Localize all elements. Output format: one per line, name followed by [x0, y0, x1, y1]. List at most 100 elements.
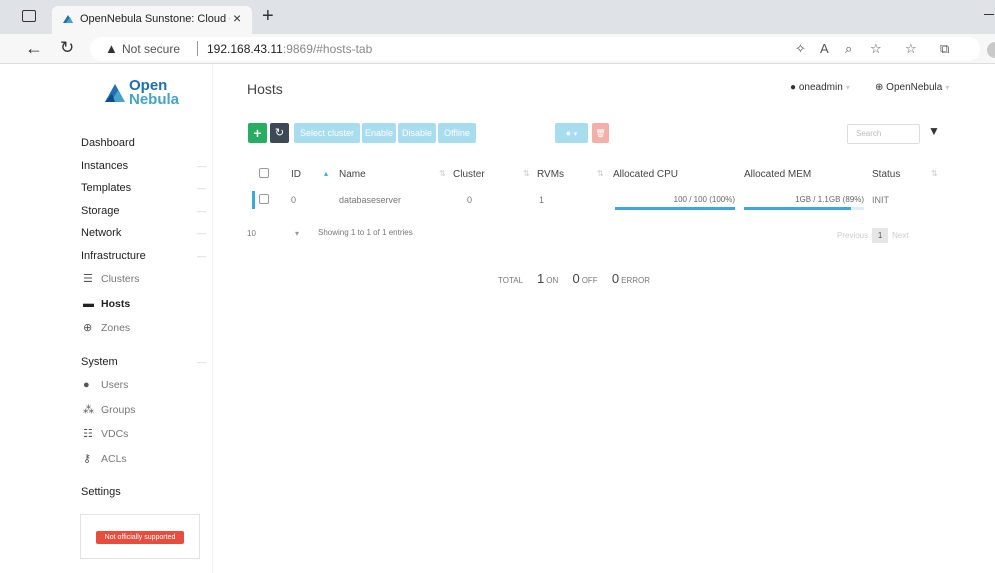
on-label: ON — [546, 276, 559, 285]
row-selection-marker — [252, 191, 255, 209]
sidebar-item-templates[interactable]: Templates — — [81, 177, 206, 200]
cell-allocated-mem[interactable]: 1GB / 1.1GB (89%) — [744, 195, 864, 204]
cell-status[interactable]: INIT — [872, 195, 889, 205]
cell-id[interactable]: 0 — [291, 195, 296, 205]
url-path: :9869/#hosts-tab — [282, 42, 373, 56]
sidebar-item-instances[interactable]: Instances — — [81, 155, 206, 178]
host-totals: TOTAL 1 ON 0 OFF 0 ERROR — [498, 271, 650, 286]
column-header-allocated-cpu[interactable]: Allocated CPU — [613, 169, 678, 180]
sidebar-item-label: Templates — [81, 182, 132, 194]
cell-cluster[interactable]: 0 — [467, 195, 472, 205]
sidebar-item-infrastructure[interactable]: Infrastructure — — [81, 245, 206, 268]
next-page-button[interactable]: Next — [892, 231, 908, 240]
chevron-down-icon: ▾ — [845, 83, 850, 92]
sidebar-item-network[interactable]: Network — — [81, 222, 206, 245]
read-aloud-icon[interactable]: A — [820, 41, 829, 56]
column-header-status[interactable]: Status — [872, 169, 900, 180]
zone-menu[interactable]: ⊕ OpenNebula ▾ — [875, 82, 949, 93]
sidebar-item-label: Dashboard — [81, 137, 135, 149]
create-host-button[interactable]: + — [248, 123, 267, 143]
sidebar-item-label: Hosts — [101, 297, 131, 310]
off-label: OFF — [581, 276, 598, 285]
select-cluster-button[interactable]: Select cluster — [294, 123, 360, 143]
sidebar-item-vdcs[interactable]: ☷ VDCs — [81, 422, 206, 447]
trash-icon: 🗑 — [595, 129, 606, 138]
sidebar-item-label: VDCs — [101, 428, 129, 440]
chevron-down-icon: ▾ — [945, 83, 950, 92]
warning-icon[interactable]: ▲ — [105, 41, 118, 56]
server-icon: ☰ — [83, 273, 93, 285]
sidebar-item-clusters[interactable]: ☰ Clusters — [81, 267, 206, 292]
sidebar-item-label: Settings — [81, 486, 121, 498]
favorite-add-icon[interactable]: ☆ — [870, 41, 882, 57]
previous-page-button[interactable]: Previous — [837, 231, 868, 240]
enable-button[interactable]: Enable — [362, 123, 396, 143]
sidebar-item-groups[interactable]: ⁂ Groups — [81, 398, 206, 423]
column-header-allocated-mem[interactable]: Allocated MEM — [744, 169, 811, 180]
sidebar-item-label: System — [81, 355, 118, 368]
sidebar-item-dashboard[interactable]: Dashboard — [81, 132, 206, 155]
disable-button[interactable]: Disable — [398, 123, 436, 143]
tab-close-icon[interactable]: × — [233, 10, 241, 26]
column-header-rvms[interactable]: RVMs — [537, 169, 564, 180]
chevron-icon: — — [197, 228, 206, 238]
cell-rvms[interactable]: 1 — [539, 195, 544, 205]
cpu-progress-fill — [615, 207, 735, 210]
th-list-icon: ☷ — [83, 428, 93, 440]
page-button[interactable]: 1 — [872, 228, 889, 243]
tab-actions-icon[interactable] — [22, 10, 36, 22]
chevron-icon: — — [197, 250, 206, 261]
address-bar[interactable]: ▲ Not secure 192.168.43.11:9869/#hosts-t… — [90, 37, 980, 61]
new-tab-button[interactable]: + — [262, 6, 274, 26]
chevron-icon: — — [197, 160, 206, 171]
offline-button[interactable]: Offline — [438, 123, 476, 143]
sidebar-item-system[interactable]: System — — [81, 351, 206, 374]
sidebar-item-acls[interactable]: ⚷ ACLs — [81, 447, 206, 472]
refresh-button[interactable]: ↻ — [270, 123, 289, 143]
support-box: Not officially supported — [80, 514, 200, 559]
total-label: TOTAL — [498, 276, 523, 285]
chevron-icon: — — [197, 205, 206, 216]
reload-icon[interactable]: ↻ — [60, 38, 74, 58]
user-menu[interactable]: ● oneadmin ▾ — [790, 82, 850, 93]
sidebar-item-label: Storage — [81, 204, 120, 217]
delete-button[interactable]: 🗑 — [592, 123, 609, 143]
sparkle-icon[interactable]: ✧ — [795, 41, 806, 57]
logo-line-2: Nebula — [129, 91, 180, 108]
row-checkbox[interactable] — [259, 194, 269, 204]
column-header-name[interactable]: Name — [339, 169, 366, 180]
browser-toolbar: ← ↻ ▲ Not secure 192.168.43.11:9869/#hos… — [0, 34, 995, 64]
search-input[interactable]: Search — [847, 124, 920, 144]
user-name: oneadmin — [798, 82, 843, 93]
sidebar-item-users[interactable]: ● Users — [81, 373, 206, 398]
cell-allocated-cpu[interactable]: 100 / 100 (100%) — [615, 195, 735, 204]
zoom-icon[interactable]: ⌕ — [845, 41, 852, 57]
sidebar-item-zones[interactable]: ⊕ Zones — [81, 316, 206, 341]
sidebar-item-label: Groups — [101, 403, 136, 416]
minimize-icon[interactable] — [984, 14, 994, 15]
select-all-checkbox[interactable] — [259, 168, 269, 178]
page-length-value: 10 — [247, 229, 256, 238]
sidebar-item-hosts[interactable]: ▬ Hosts — [81, 292, 206, 317]
favorites-icon[interactable]: ☆ — [905, 41, 917, 57]
back-icon[interactable]: ← — [25, 38, 43, 59]
zone-name: OpenNebula — [886, 82, 943, 93]
column-header-cluster[interactable]: Cluster — [453, 169, 485, 180]
profile-avatar[interactable] — [987, 42, 995, 58]
browser-tab[interactable]: OpenNebula Sunstone: Cloud O × — [52, 6, 252, 34]
cell-name[interactable]: databaseserver — [339, 195, 401, 205]
opennebula-logo[interactable]: Open Nebula — [103, 78, 183, 113]
sidebar-item-settings[interactable]: Settings — [81, 481, 206, 504]
chevron-icon: — — [197, 183, 206, 193]
filter-icon[interactable]: ▼ — [928, 124, 940, 138]
user-icon: ● — [790, 82, 797, 93]
error-count: 0 — [611, 271, 620, 286]
url-text[interactable]: 192.168.43.11:9869/#hosts-tab — [207, 42, 372, 56]
collections-icon[interactable]: ⧉ — [940, 41, 949, 57]
column-header-id[interactable]: ID — [291, 169, 301, 180]
sidebar-item-storage[interactable]: Storage — — [81, 200, 206, 223]
not-secure-label[interactable]: Not secure — [122, 42, 180, 56]
mem-progress-bar — [744, 207, 864, 210]
support-badge[interactable]: Not officially supported — [96, 531, 184, 544]
more-actions-button[interactable]: ● ▾ — [555, 123, 588, 143]
